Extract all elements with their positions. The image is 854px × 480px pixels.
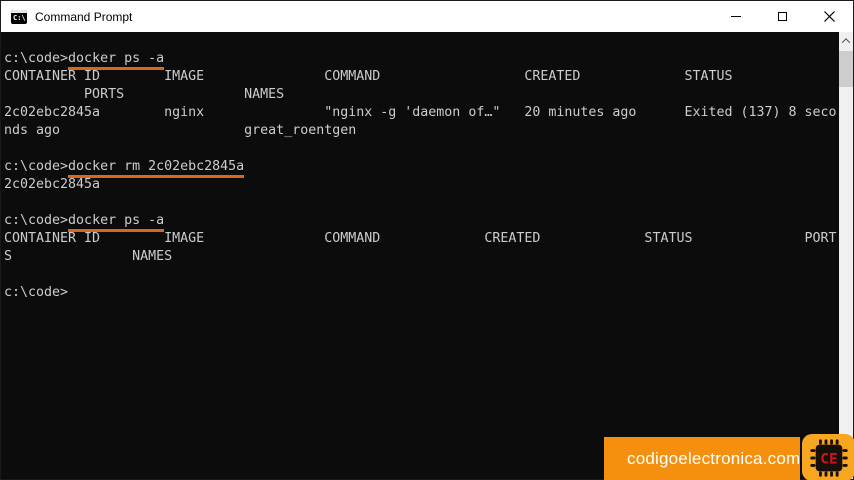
terminal-line: c:\code>	[4, 285, 69, 300]
cmd-icon-titlestrip	[11, 9, 27, 13]
terminal-line: c:\code>docker ps -a	[4, 212, 837, 232]
minimize-button[interactable]	[712, 1, 759, 32]
window-title: Command Prompt	[35, 9, 133, 24]
titlebar: C:\ Command Prompt	[1, 1, 853, 32]
window-controls	[712, 1, 853, 32]
maximize-icon	[778, 12, 787, 21]
chevron-up-icon	[841, 37, 851, 47]
minimize-icon	[730, 16, 741, 17]
svg-text:CE: CE	[820, 451, 837, 467]
terminal-line: c:\code>docker rm 2c02ebc2845a	[4, 158, 837, 178]
terminal-line: 2c02ebc2845a nginx "nginx -g 'daemon of……	[4, 105, 837, 120]
scrollbar-thumb[interactable]	[839, 51, 853, 87]
watermark-text: codigoelectronica.com	[627, 449, 801, 468]
terminal-screen[interactable]: c:\code>docker ps -a CONTAINER ID IMAGE C…	[1, 32, 854, 480]
command-prompt-window: C:\ Command Prompt c:\code>docker ps -a C…	[0, 0, 854, 480]
maximize-button[interactable]	[759, 1, 806, 32]
watermark-bar: codigoelectronica.com	[604, 437, 800, 480]
terminal-line: nds ago great_roentgen	[4, 123, 357, 138]
terminal-line: PORTS NAMES	[4, 87, 285, 102]
terminal-line: c:\code>docker ps -a	[4, 50, 837, 70]
terminal-line: S NAMES	[4, 249, 173, 264]
chip-icon: CE	[809, 438, 848, 477]
terminal-line: 2c02ebc2845a	[4, 177, 101, 192]
scrollbar[interactable]	[839, 32, 853, 479]
cmd-icon-prompt-glyph: C:\	[13, 13, 26, 22]
scroll-up-button[interactable]	[839, 32, 853, 49]
terminal-line: CONTAINER ID IMAGE COMMAND CREATED STATU…	[4, 69, 733, 84]
terminal-line: CONTAINER ID IMAGE COMMAND CREATED STATU…	[4, 231, 837, 246]
close-icon	[824, 11, 835, 22]
cmd-icon[interactable]: C:\	[11, 9, 27, 24]
watermark-logo-badge: CE	[802, 434, 854, 480]
terminal-output: c:\code>docker ps -a CONTAINER ID IMAGE C…	[4, 50, 837, 302]
close-button[interactable]	[806, 1, 853, 32]
